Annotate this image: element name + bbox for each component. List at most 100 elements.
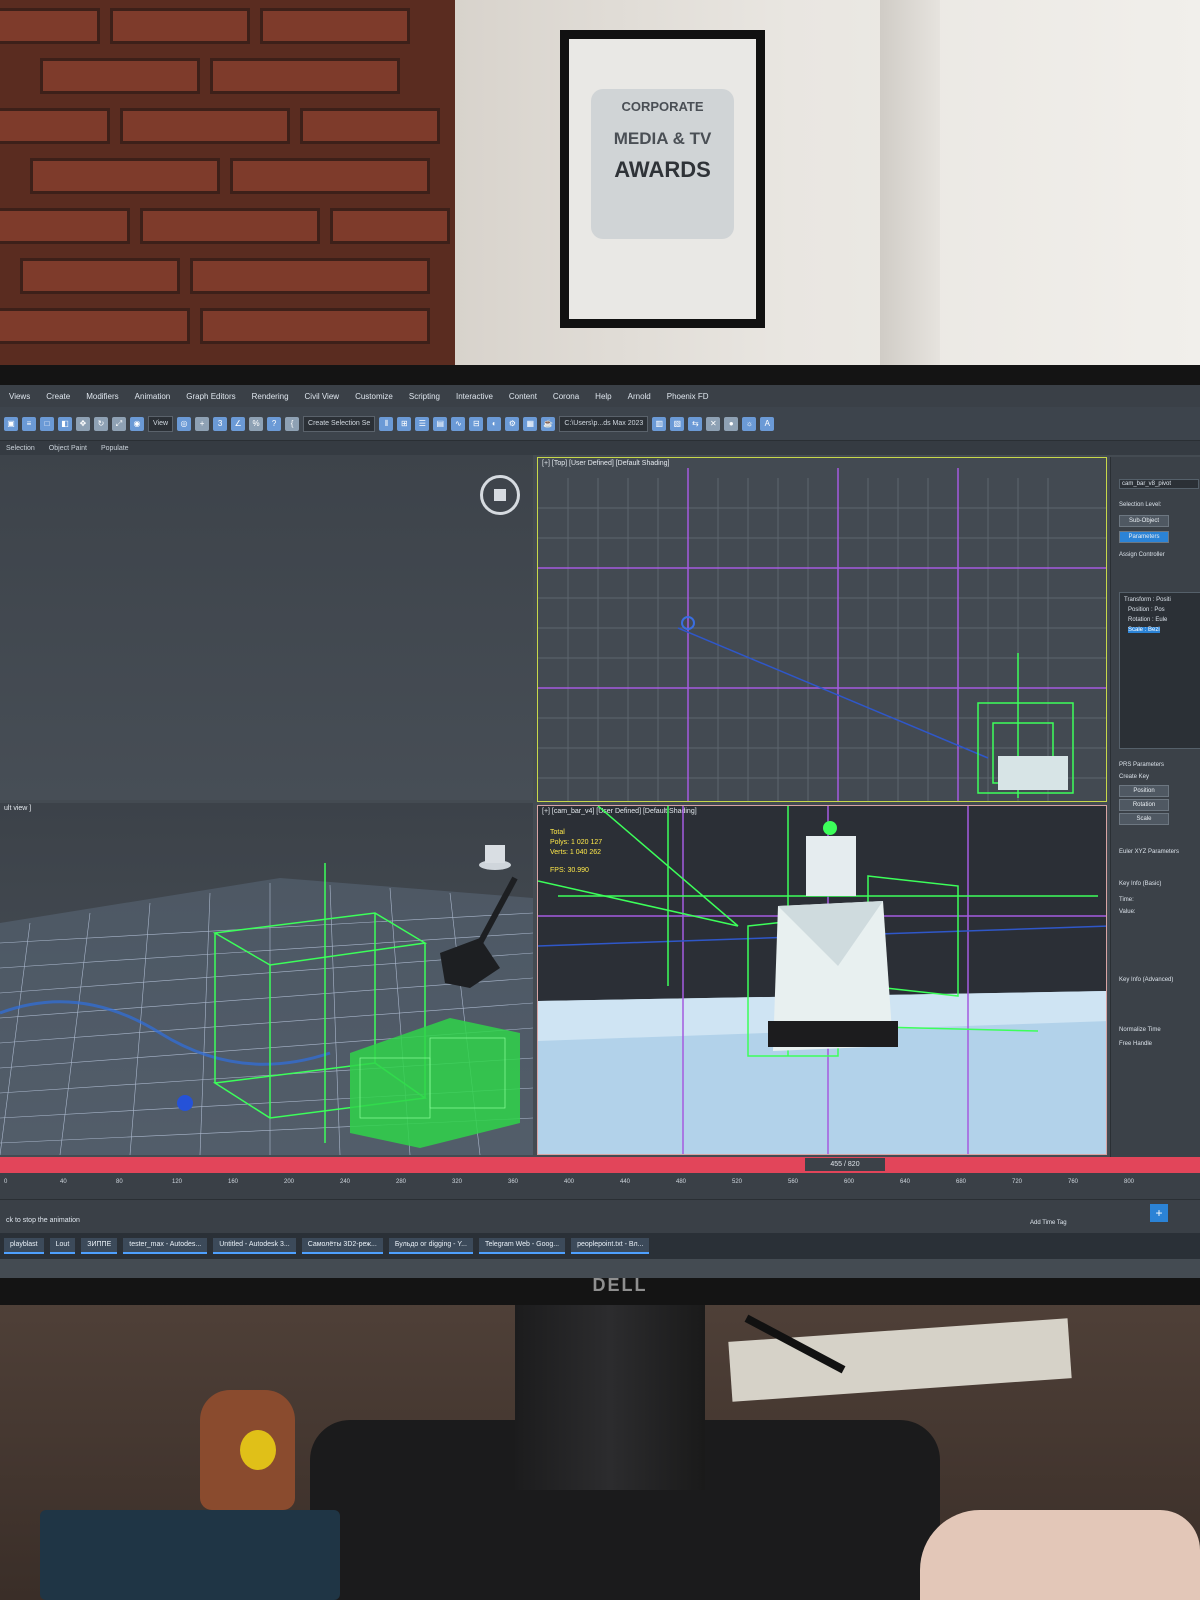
viewport-top-left[interactable]	[0, 455, 533, 800]
time-slider[interactable]	[0, 1157, 1200, 1173]
terrain-wireframe	[0, 845, 533, 1155]
assign-controller-heading[interactable]: Assign Controller	[1119, 552, 1165, 558]
menu-arnold[interactable]: Arnold	[623, 392, 656, 401]
tick-label: 480	[676, 1179, 687, 1185]
taskbar-item-notepad[interactable]: peoplepoint.txt - Bл...	[571, 1238, 650, 1254]
tab-populate[interactable]: Populate	[101, 445, 129, 452]
key-info-basic-heading[interactable]: Key Info (Basic)	[1119, 881, 1161, 887]
window-crossing-icon[interactable]: ◧	[58, 416, 72, 431]
tick-label: 640	[900, 1179, 911, 1185]
arnold-icon[interactable]: A	[760, 416, 775, 431]
viewport-top[interactable]: [+] [Top] [User Defined] [Default Shadin…	[537, 457, 1107, 802]
move-icon[interactable]: ✥	[76, 416, 90, 431]
sub-object-button[interactable]: Sub-Object	[1119, 515, 1169, 527]
menu-rendering[interactable]: Rendering	[247, 392, 294, 401]
menu-animation[interactable]: Animation	[130, 392, 176, 401]
named-selection-set-field[interactable]: Create Selection Se	[303, 415, 376, 432]
add-time-tag-button[interactable]: Add Time Tag	[1030, 1220, 1067, 1226]
viewport-perspective[interactable]: ult view ]	[0, 803, 533, 1155]
menu-modifiers[interactable]: Modifiers	[81, 392, 123, 401]
taskbar-item-playblast[interactable]: playblast	[4, 1238, 44, 1254]
tab-object-paint[interactable]: Object Paint	[49, 445, 87, 452]
menu-phoenix-fd[interactable]: Phoenix FD	[662, 392, 714, 401]
menu-interactive[interactable]: Interactive	[451, 392, 498, 401]
render-icon[interactable]: ☕	[541, 416, 556, 431]
tick-label: 280	[396, 1179, 407, 1185]
menu-content[interactable]: Content	[504, 392, 542, 401]
main-toolbar: ▣ ≡ □ ◧ ✥ ↻ ⤢ ◉ View ◎ + 3 ∠ % ? { Creat…	[0, 407, 1200, 441]
menu-create[interactable]: Create	[41, 392, 75, 401]
spinner-snap-icon[interactable]: ?	[267, 416, 282, 431]
prs-parameters-heading[interactable]: PRS Parameters	[1119, 762, 1164, 768]
list-item[interactable]: Transform : Positi	[1124, 597, 1171, 603]
reference-coordinate-dropdown[interactable]: View	[148, 415, 174, 432]
taskbar-item-folder[interactable]: ЗИППЕ	[81, 1238, 118, 1254]
scale-button[interactable]: Scale	[1119, 813, 1169, 825]
pivot-icon[interactable]: ◎	[177, 416, 192, 431]
list-item[interactable]: Position : Pos	[1128, 607, 1165, 613]
sync-icon[interactable]: ⇆	[688, 416, 703, 431]
menu-scripting[interactable]: Scripting	[404, 392, 445, 401]
mouse-pad	[40, 1510, 340, 1600]
menu-civil-view[interactable]: Civil View	[300, 392, 345, 401]
render-setup-icon[interactable]: ⚙	[505, 416, 520, 431]
list-item[interactable]: Scale : Bezi	[1128, 627, 1160, 633]
open-folder-icon[interactable]: ▥	[652, 416, 667, 431]
curve-editor-icon[interactable]: ∿	[451, 416, 466, 431]
position-button[interactable]: Position	[1119, 785, 1169, 797]
align-icon[interactable]: ⊞	[397, 416, 412, 431]
tick-label: 720	[1012, 1179, 1023, 1185]
menu-corona[interactable]: Corona	[548, 392, 584, 401]
hand	[920, 1510, 1200, 1600]
layer-explorer-icon[interactable]: ☰	[415, 416, 430, 431]
taskbar-item-lout[interactable]: Lout	[49, 1238, 76, 1254]
object-name-field[interactable]: cam_bar_v8_pivot	[1119, 479, 1199, 489]
key-info-advanced-heading[interactable]: Key Info (Advanced)	[1119, 977, 1173, 983]
parameters-button[interactable]: Parameters	[1119, 531, 1169, 543]
lock-icon[interactable]: ✕	[706, 416, 721, 431]
controller-tree[interactable]: Transform : Positi Position : Pos Rotati…	[1119, 592, 1200, 749]
snap-icon[interactable]: 3	[213, 416, 228, 431]
rotate-icon[interactable]: ↻	[94, 416, 108, 431]
rotation-button[interactable]: Rotation	[1119, 799, 1169, 811]
select-by-name-icon[interactable]: ≡	[22, 416, 36, 431]
list-item[interactable]: Rotation : Eule	[1128, 617, 1167, 623]
time-slider-thumb[interactable]: 455 / 820	[805, 1158, 885, 1171]
viewport-camera[interactable]: [+] [cam_bar_v4] [User Defined] [Default…	[537, 805, 1107, 1155]
mirror-icon[interactable]: ⫴	[379, 416, 394, 431]
percent-snap-icon[interactable]: %	[249, 416, 264, 431]
schematic-view-icon[interactable]: ⊟	[469, 416, 484, 431]
select-icon[interactable]: ▣	[4, 416, 18, 431]
normalize-time-button[interactable]: Normalize Time	[1119, 1027, 1161, 1033]
brick-wall	[0, 0, 455, 395]
camera-scene	[538, 806, 1106, 1154]
taskbar-item-telegram[interactable]: Telegram Web - Goog...	[478, 1238, 566, 1254]
scene-explorer-icon[interactable]: ▤	[433, 416, 448, 431]
menu-help[interactable]: Help	[590, 392, 616, 401]
euler-parameters-heading[interactable]: Euler XYZ Parameters	[1119, 849, 1179, 855]
viewcube-center	[494, 489, 506, 501]
free-handle-checkbox[interactable]: Free Handle	[1119, 1041, 1152, 1047]
scale-icon[interactable]: ⤢	[112, 416, 126, 431]
material-editor-icon[interactable]: ◐	[487, 416, 502, 431]
edit-named-sets-icon[interactable]: {	[285, 416, 300, 431]
menu-graph-editors[interactable]: Graph Editors	[181, 392, 240, 401]
taskbar-item-tester-max[interactable]: tester_max - Autodes...	[123, 1238, 208, 1254]
taskbar-item-youtube[interactable]: Бульдо ог digging - Y...	[388, 1238, 473, 1254]
angle-snap-icon[interactable]: ∠	[231, 416, 246, 431]
taskbar-item-browser[interactable]: Самолёты 3D2-реж...	[301, 1238, 383, 1254]
zoom-extents-icon[interactable]: +	[1150, 1204, 1168, 1222]
project-path-field[interactable]: C:\Users\p...ds Max 2023	[559, 415, 649, 432]
menu-customize[interactable]: Customize	[350, 392, 398, 401]
menu-views[interactable]: Views	[4, 392, 35, 401]
placement-icon[interactable]: ◉	[130, 416, 144, 431]
track-bar[interactable]: 0 40 80 120 160 200 240 280 320 360 400 …	[0, 1173, 1200, 1199]
taskbar-item-untitled-max[interactable]: Untitled - Autodesk 3...	[213, 1238, 296, 1254]
render-frame-icon[interactable]: ▦	[523, 416, 538, 431]
rect-select-icon[interactable]: □	[40, 416, 54, 431]
workspace-icon[interactable]: ▧	[670, 416, 685, 431]
tab-selection[interactable]: Selection	[6, 445, 35, 452]
phoenix-icon[interactable]: ●	[724, 416, 739, 431]
select-manipulate-icon[interactable]: +	[195, 416, 210, 431]
corona-icon[interactable]: ☼	[742, 416, 757, 431]
